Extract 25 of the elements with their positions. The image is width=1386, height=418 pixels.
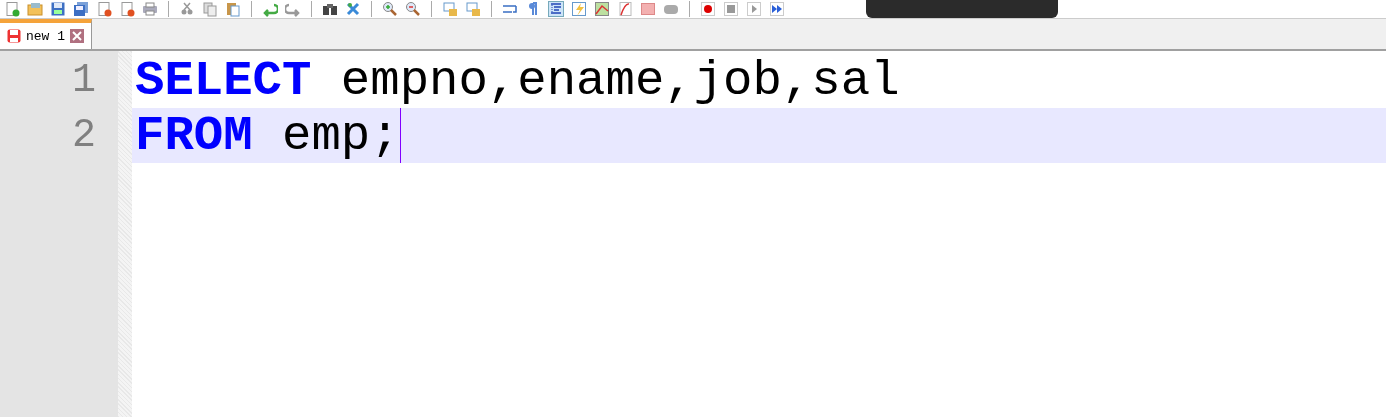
save-all-icon[interactable] <box>73 1 89 17</box>
printer-icon[interactable] <box>142 1 158 17</box>
binoculars-icon[interactable] <box>322 1 338 17</box>
fast-forward-icon[interactable] <box>769 1 785 17</box>
line-number: 1 <box>72 58 96 103</box>
indent-guide-icon[interactable] <box>548 1 564 17</box>
scissors-icon[interactable] <box>179 1 195 17</box>
play-icon[interactable] <box>746 1 762 17</box>
redo-icon[interactable] <box>285 1 301 17</box>
undo-icon[interactable] <box>262 1 278 17</box>
close-icon[interactable] <box>69 28 85 44</box>
lightning-icon[interactable] <box>571 1 587 17</box>
new-file-icon[interactable] <box>4 1 20 17</box>
paste-icon[interactable] <box>225 1 241 17</box>
close-file-icon[interactable] <box>96 1 112 17</box>
close-all-icon[interactable] <box>119 1 135 17</box>
file-tab[interactable]: new 1 <box>0 19 92 49</box>
save-icon[interactable] <box>50 1 66 17</box>
copy-icon[interactable] <box>202 1 218 17</box>
zoom-out-icon[interactable] <box>405 1 421 17</box>
record-icon[interactable] <box>700 1 716 17</box>
code-line: SELECT empno,ename,job,sal <box>134 53 901 108</box>
line-number: 2 <box>72 113 96 158</box>
zoom-in-icon[interactable] <box>382 1 398 17</box>
stop-icon[interactable] <box>723 1 739 17</box>
